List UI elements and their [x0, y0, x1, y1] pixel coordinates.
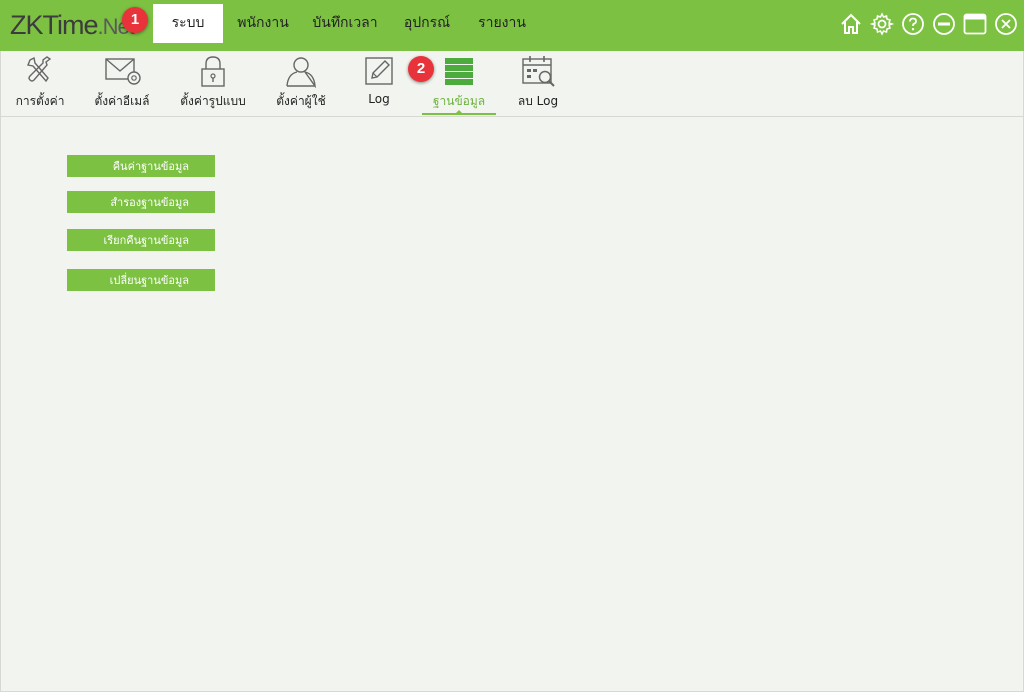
- user-icon: [283, 54, 319, 89]
- help-icon[interactable]: [901, 12, 925, 36]
- toolbar-log[interactable]: Log: [355, 51, 403, 116]
- app-logo: ZKTime.Net: [10, 10, 135, 40]
- lock-icon: [195, 54, 231, 88]
- annotation-badge-2: 2: [408, 56, 434, 82]
- toolbar-settings[interactable]: การตั้งค่า: [10, 51, 70, 116]
- toolbar-label: การตั้งค่า: [15, 94, 65, 108]
- toolbar-label: Log: [368, 92, 390, 106]
- backup-database-button[interactable]: สำรองฐานข้อมูล: [67, 191, 215, 213]
- active-tab-caret: [454, 110, 464, 115]
- window-border-left: [0, 51, 1, 692]
- close-icon[interactable]: [994, 12, 1018, 36]
- toolbar-user-settings[interactable]: ตั้งค่าผู้ใช้: [270, 51, 332, 116]
- menu-tab-device[interactable]: อุปกรณ์: [396, 4, 458, 43]
- calendar-search-icon: [520, 54, 556, 88]
- menu-tab-report[interactable]: รายงาน: [470, 4, 534, 43]
- toolbar-label: ฐานข้อมูล: [432, 94, 486, 108]
- restore-default-database-button[interactable]: คืนค่าฐานข้อมูล: [67, 155, 215, 177]
- toolbar-format-settings[interactable]: ตั้งค่ารูปแบบ: [178, 51, 248, 116]
- restore-database-button[interactable]: เรียกคืนฐานข้อมูล: [67, 229, 215, 251]
- maximize-icon[interactable]: [963, 12, 987, 36]
- annotation-badge-1: 1: [122, 7, 148, 33]
- change-database-button[interactable]: เปลี่ยนฐานข้อมูล: [67, 269, 215, 291]
- gear-icon[interactable]: [869, 12, 895, 36]
- toolbar-label: ตั้งค่าผู้ใช้: [276, 94, 326, 108]
- menu-tab-attendance[interactable]: บันทึกเวลา: [305, 4, 385, 43]
- menu-tab-employee[interactable]: พนักงาน: [230, 4, 296, 43]
- edit-log-icon: [361, 54, 397, 88]
- toolbar-label: ตั้งค่ารูปแบบ: [180, 94, 246, 108]
- toolbar-email-settings[interactable]: ตั้งค่าอีเมล์: [88, 51, 156, 116]
- menu-tab-system[interactable]: ระบบ: [153, 4, 223, 43]
- database-icon: [441, 54, 477, 88]
- tools-icon: [22, 54, 58, 88]
- top-menu-bar: ZKTime.Net ระบบ พนักงาน บันทึกเวลา อุปกร…: [0, 0, 1024, 51]
- toolbar-label: ตั้งค่าอีเมล์: [94, 94, 150, 108]
- email-settings-icon: [104, 54, 141, 88]
- toolbar-database[interactable]: ฐานข้อมูล: [422, 51, 496, 116]
- toolbar-label: ลบ Log: [517, 94, 559, 108]
- system-toolbar: การตั้งค่า ตั้งค่าอีเมล์ ตั้งค่ารูปแบบ ต…: [0, 51, 1024, 117]
- home-icon[interactable]: [839, 12, 863, 36]
- minimize-icon[interactable]: [932, 12, 956, 36]
- toolbar-delete-log[interactable]: ลบ Log: [510, 51, 566, 116]
